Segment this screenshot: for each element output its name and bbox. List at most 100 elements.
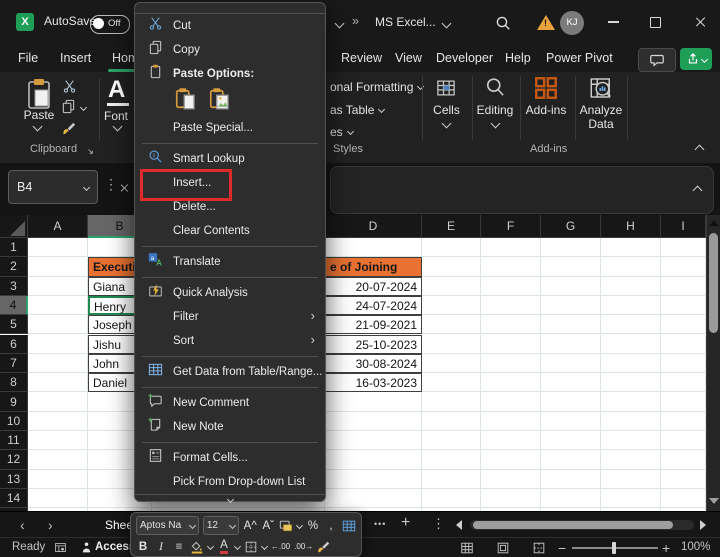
cell-d11[interactable]: [325, 431, 422, 450]
cells-button[interactable]: Cells: [430, 103, 463, 117]
menu-item-paste-options[interactable]: Paste Options:: [135, 62, 325, 86]
menu-item-pick-from-drop-down-list[interactable]: Pick From Drop-down List: [135, 470, 325, 494]
cell-h12[interactable]: [601, 450, 661, 469]
zoom-slider-track[interactable]: [572, 547, 658, 549]
cell-d3[interactable]: 20-07-2024: [325, 277, 422, 296]
cell-h10[interactable]: [601, 412, 661, 431]
editing-button[interactable]: Editing: [473, 103, 517, 117]
select-all-corner[interactable]: [0, 215, 28, 238]
row-header-14[interactable]: 14: [0, 489, 28, 508]
tab-developer[interactable]: Developer: [436, 45, 493, 72]
more-sheets-button[interactable]: •••: [374, 519, 386, 529]
cell-i8[interactable]: [661, 373, 706, 392]
mini-format-painter-button[interactable]: [317, 538, 331, 555]
cell-d12[interactable]: [325, 450, 422, 469]
row-header-12[interactable]: 12: [0, 450, 28, 469]
menu-scroll-up-strip[interactable]: [135, 3, 325, 14]
cell-h5[interactable]: [601, 315, 661, 334]
cell-f5[interactable]: [481, 315, 541, 334]
column-header-e[interactable]: E: [422, 215, 481, 238]
cell-g13[interactable]: [541, 470, 601, 489]
cell-g1[interactable]: [541, 238, 601, 257]
cell-d4[interactable]: 24-07-2024: [325, 296, 422, 315]
cell-d13[interactable]: [325, 470, 422, 489]
cell-a5[interactable]: [28, 315, 88, 334]
tab-power-pivot[interactable]: Power Pivot: [546, 45, 613, 72]
cell-h9[interactable]: [601, 392, 661, 411]
cell-h13[interactable]: [601, 470, 661, 489]
row-header-1[interactable]: 1: [0, 238, 28, 257]
column-header-g[interactable]: G: [541, 215, 601, 238]
cell-d1[interactable]: [325, 238, 422, 257]
cell-a8[interactable]: [28, 373, 88, 392]
format-painter-icon[interactable]: [62, 121, 77, 141]
row-header-11[interactable]: 11: [0, 431, 28, 450]
cell-i3[interactable]: [661, 277, 706, 296]
autosave-toggle[interactable]: Off: [90, 15, 130, 34]
copy-icon[interactable]: [61, 99, 76, 119]
cell-d7[interactable]: 30-08-2024: [325, 354, 422, 373]
cell-f13[interactable]: [481, 470, 541, 489]
page-layout-view-icon[interactable]: [496, 541, 510, 557]
cell-f8[interactable]: [481, 373, 541, 392]
share-button[interactable]: [680, 48, 712, 70]
cell-g3[interactable]: [541, 277, 601, 296]
mini-italic-button[interactable]: I: [154, 538, 168, 555]
comment-button[interactable]: [638, 48, 676, 72]
cell-i4[interactable]: [661, 296, 706, 315]
cell-e11[interactable]: [422, 431, 481, 450]
column-header-d[interactable]: D: [325, 215, 422, 238]
row-header-7[interactable]: 7: [0, 354, 28, 373]
mini-font-color-button[interactable]: A: [217, 538, 231, 555]
page-break-view-icon[interactable]: [532, 541, 546, 557]
row-header-6[interactable]: 6: [0, 335, 28, 354]
cell-g8[interactable]: [541, 373, 601, 392]
cell-g12[interactable]: [541, 450, 601, 469]
cell-i10[interactable]: [661, 412, 706, 431]
formula-bar[interactable]: [330, 166, 714, 214]
tab-review[interactable]: Review: [341, 45, 382, 72]
collapse-ribbon-icon[interactable]: [695, 145, 705, 155]
excel-logo-icon[interactable]: X: [16, 13, 34, 31]
paste-label[interactable]: Paste: [20, 108, 58, 122]
mini-increase-font-size-button[interactable]: A^: [243, 517, 257, 534]
cell-e9[interactable]: [422, 392, 481, 411]
mini-percent-style-button[interactable]: %: [306, 517, 320, 534]
accessibility-icon[interactable]: [80, 541, 93, 557]
cut-icon[interactable]: [62, 79, 77, 99]
maximize-button[interactable]: [650, 17, 661, 28]
search-icon[interactable]: [495, 15, 511, 36]
row-header-9[interactable]: 9: [0, 392, 28, 411]
cell-e7[interactable]: [422, 354, 481, 373]
cell-e13[interactable]: [422, 470, 481, 489]
row-header-2[interactable]: 2: [0, 257, 28, 276]
zoom-out-button[interactable]: −: [558, 540, 566, 556]
analyze-data-button[interactable]: Analyze: [578, 103, 624, 117]
vscroll-up-icon[interactable]: [709, 220, 719, 226]
add-ins-button[interactable]: Add-ins: [524, 103, 568, 117]
mini-decrease-font-size-button[interactable]: Aˇ: [261, 517, 275, 534]
dropdown-chevron-icon[interactable]: [261, 543, 268, 550]
cells-chevron-icon[interactable]: [442, 119, 452, 129]
menu-item-format-cells[interactable]: Format Cells...: [135, 446, 325, 470]
font-group-button-label[interactable]: Font: [104, 109, 128, 123]
cell-g7[interactable]: [541, 354, 601, 373]
mini-cell-style-button[interactable]: [279, 517, 293, 534]
dropdown-chevron-icon[interactable]: [296, 522, 303, 529]
mini-font-name-select[interactable]: Aptos Na: [136, 516, 199, 535]
cell-h4[interactable]: [601, 296, 661, 315]
cell-f10[interactable]: [481, 412, 541, 431]
paste-picture-icon[interactable]: [207, 87, 231, 116]
cell-g4[interactable]: [541, 296, 601, 315]
cell-i11[interactable]: [661, 431, 706, 450]
cell-e2[interactable]: [422, 257, 481, 276]
cell-h11[interactable]: [601, 431, 661, 450]
menu-item-sort[interactable]: Sort›: [135, 329, 325, 353]
cell-d10[interactable]: [325, 412, 422, 431]
cell-g11[interactable]: [541, 431, 601, 450]
paste-chevron-icon[interactable]: [33, 122, 43, 132]
cell-d14[interactable]: [325, 489, 422, 508]
vscrollbar-track[interactable]: [706, 215, 720, 511]
vscroll-down-icon[interactable]: [709, 498, 719, 504]
minimize-button[interactable]: [608, 21, 619, 23]
